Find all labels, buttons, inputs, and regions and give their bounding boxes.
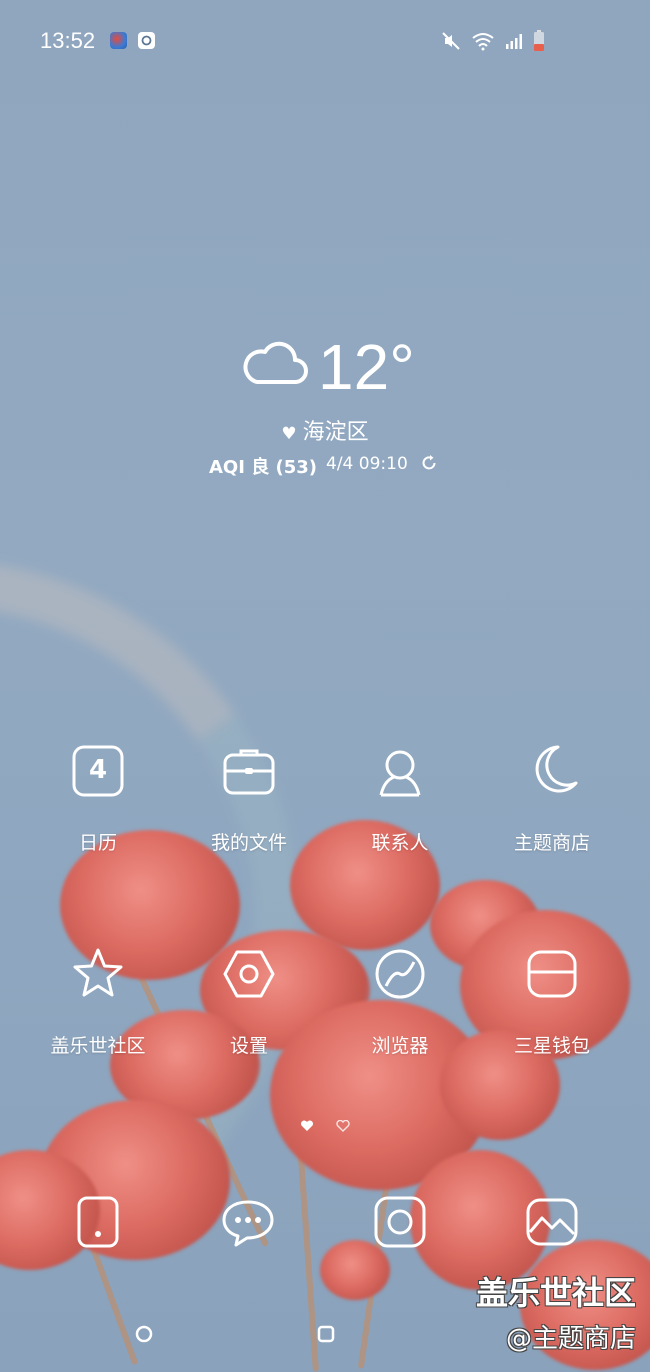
phone-icon[interactable]: [70, 1194, 126, 1250]
browser-icon: [372, 946, 428, 1002]
calendar-icon: 4: [70, 743, 126, 799]
app-label: 设置: [229, 1035, 268, 1057]
battery-icon: [533, 30, 545, 52]
status-bar: 13:52: [0, 0, 650, 84]
moon-icon: [524, 743, 580, 799]
app-browser[interactable]: 浏览器: [325, 946, 475, 1076]
page-indicator-active[interactable]: [300, 1120, 314, 1132]
cloud-icon: [243, 338, 309, 386]
app-notification-icon: [138, 32, 155, 49]
bird-notification-icon: [110, 32, 127, 49]
app-label: 日历: [78, 832, 117, 854]
aqi: AQI 良 (53): [209, 457, 317, 478]
app-samsung-wallet[interactable]: 三星钱包: [477, 946, 627, 1076]
app-settings[interactable]: 设置: [174, 946, 324, 1076]
app-label: 浏览器: [371, 1035, 429, 1057]
folder-briefcase-icon: [221, 743, 277, 799]
wallet-icon: [524, 946, 580, 1002]
star-icon: [70, 946, 126, 1002]
app-calendar[interactable]: 4 日历: [23, 743, 173, 873]
calendar-day: 4: [88, 755, 108, 785]
update-time: 4/4 09:10: [326, 454, 408, 474]
app-label: 三星钱包: [513, 1035, 590, 1057]
watermark-line2: @主题商店: [505, 1324, 636, 1354]
status-time: 13:52: [40, 28, 96, 53]
app-label: 主题商店: [513, 832, 590, 854]
watermark-line1: 盖乐世社区: [475, 1274, 636, 1312]
app-theme-store[interactable]: 主题商店: [477, 743, 627, 873]
page-indicator[interactable]: [300, 1120, 350, 1132]
temperature: 12°: [318, 331, 415, 403]
location: ♥ 海淀区: [0, 414, 650, 446]
wifi-icon: [471, 31, 495, 51]
page-indicator-inactive[interactable]: [336, 1120, 350, 1132]
gallery-icon[interactable]: [524, 1194, 580, 1250]
app-contacts[interactable]: 联系人: [325, 743, 475, 873]
location-pin-icon: ♥: [281, 424, 297, 444]
weather-widget[interactable]: 12° ♥ 海淀区 AQI 良 (53) 4/4 09:10: [0, 330, 650, 480]
gear-icon: [221, 946, 277, 1002]
contacts-icon: [372, 743, 428, 799]
signal-icon: [505, 32, 523, 50]
app-label: 联系人: [371, 832, 429, 854]
messages-icon[interactable]: [220, 1194, 276, 1250]
wallpaper: [0, 0, 650, 1372]
camera-icon[interactable]: [372, 1194, 428, 1250]
refresh-icon[interactable]: [420, 454, 438, 472]
home-button[interactable]: [316, 1324, 336, 1344]
app-my-files[interactable]: 我的文件: [174, 743, 324, 873]
mute-icon: [441, 31, 461, 51]
location-name: 海淀区: [302, 420, 369, 445]
app-label: 我的文件: [210, 832, 287, 854]
app-galaxy-community[interactable]: 盖乐世社区: [23, 946, 173, 1076]
recents-button[interactable]: [134, 1324, 154, 1344]
status-icons: [441, 30, 545, 52]
app-label: 盖乐世社区: [50, 1035, 146, 1057]
